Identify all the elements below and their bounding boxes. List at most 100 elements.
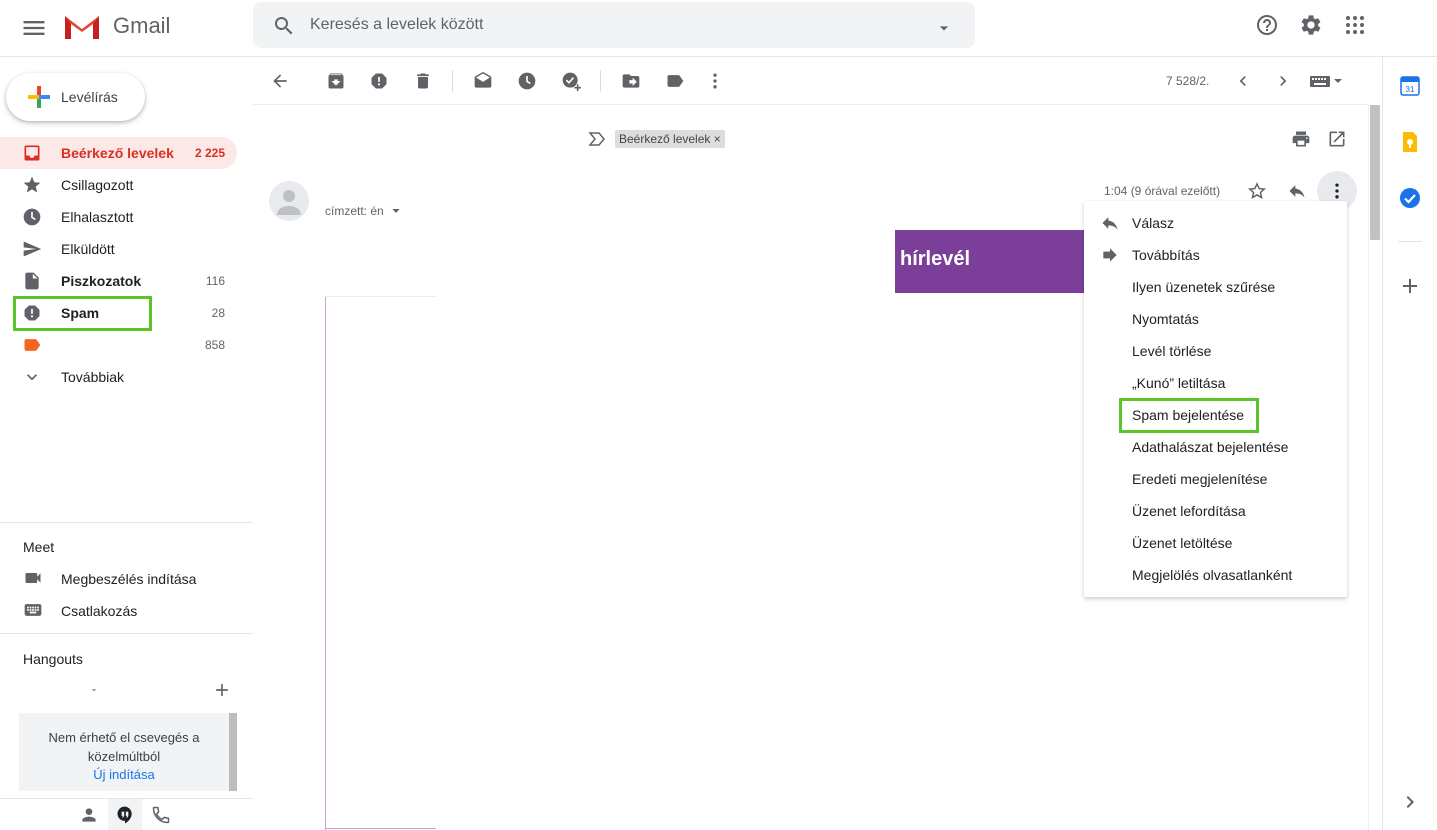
label-icon[interactable]: [665, 71, 685, 91]
recipient-line: címzett: én: [325, 204, 384, 218]
meet-section-title: Meet: [23, 539, 55, 555]
sidebar-item-snoozed[interactable]: Elhalasztott: [0, 201, 237, 233]
inbox-icon: [22, 143, 42, 163]
menu-item-download[interactable]: Üzenet letöltése: [1084, 527, 1347, 559]
hangouts-start-link[interactable]: Új indítása: [19, 767, 229, 782]
calendar-icon[interactable]: 31: [1398, 74, 1422, 98]
menu-item-mark-unread[interactable]: Megjelölés olvasatlanként: [1084, 559, 1347, 591]
search-input[interactable]: [310, 12, 910, 38]
open-in-new-window-icon[interactable]: [1327, 129, 1347, 149]
menu-item-label: Ilyen üzenetek szűrése: [1132, 279, 1276, 295]
sender-avatar[interactable]: [269, 181, 309, 221]
archive-icon[interactable]: [326, 71, 346, 91]
delete-trash-icon[interactable]: [413, 71, 433, 91]
menu-item-label: Megjelölés olvasatlanként: [1132, 567, 1293, 583]
main-menu-icon[interactable]: [20, 14, 48, 42]
forward-arrow-icon: [1100, 245, 1120, 265]
hangouts-status-caret-icon[interactable]: [88, 684, 100, 696]
compose-plus-icon: [26, 84, 52, 110]
sidebar-item-label-orange[interactable]: 858: [0, 329, 237, 361]
meet-start-meeting[interactable]: Megbeszélés indítása: [61, 571, 196, 587]
side-panel: [1382, 57, 1437, 830]
sidebar-item-inbox[interactable]: Beérkező levelek 2 225: [0, 137, 237, 169]
report-spam-icon[interactable]: [369, 71, 389, 91]
spam-highlight-box: [13, 296, 152, 331]
search-options-icon[interactable]: [934, 18, 954, 38]
more-vertical-icon: [1327, 181, 1347, 201]
menu-item-filter[interactable]: Ilyen üzenetek szűrése: [1084, 271, 1347, 303]
more-vertical-icon[interactable]: [705, 71, 725, 91]
back-arrow-icon[interactable]: [270, 71, 290, 91]
keyboard-icon: [23, 600, 43, 620]
menu-item-label: „Kunó” letiltása: [1132, 375, 1226, 391]
hangouts-scrollbar[interactable]: [229, 713, 237, 791]
chevron-down-icon: [22, 367, 42, 387]
apps-grid-icon[interactable]: [1343, 13, 1367, 37]
reply-arrow-icon[interactable]: [1287, 181, 1307, 201]
side-panel-divider: [1398, 241, 1422, 242]
snooze-clock-icon[interactable]: [517, 71, 537, 91]
menu-item-report-phishing[interactable]: Adathalászat bejelentése: [1084, 431, 1347, 463]
search-icon[interactable]: [272, 14, 296, 38]
reply-arrow-icon: [1100, 213, 1120, 233]
email-body-border: [325, 828, 436, 829]
menu-item-forward[interactable]: Továbbítás: [1084, 239, 1347, 271]
menu-item-reply[interactable]: Válasz: [1084, 207, 1347, 239]
star-outline-icon[interactable]: [1247, 181, 1267, 201]
tasks-check-icon[interactable]: [1398, 186, 1422, 210]
mark-unread-envelope-icon[interactable]: [473, 71, 493, 91]
keep-notes-icon[interactable]: [1398, 130, 1422, 154]
menu-item-label: Válasz: [1132, 215, 1175, 231]
add-chat-plus-icon[interactable]: [212, 680, 232, 700]
add-addon-plus-icon[interactable]: [1398, 274, 1422, 298]
sidebar-item-label: Piszkozatok: [61, 273, 142, 289]
menu-item-print[interactable]: Nyomtatás: [1084, 303, 1347, 335]
menu-item-translate[interactable]: Üzenet lefordítása: [1084, 495, 1347, 527]
sidebar-item-sent[interactable]: Elküldött: [0, 233, 237, 265]
show-details-caret-icon[interactable]: [390, 205, 402, 217]
clock-icon: [22, 207, 42, 227]
compose-button[interactable]: Levélírás: [6, 73, 145, 121]
settings-gear-icon[interactable]: [1299, 13, 1323, 37]
meet-join[interactable]: Csatlakozás: [61, 603, 137, 619]
menu-item-label: Üzenet letöltése: [1132, 535, 1233, 551]
importance-marker-icon[interactable]: [588, 131, 606, 147]
menu-item-show-original[interactable]: Eredeti megjelenítése: [1084, 463, 1347, 495]
toolbar-bottom-divider: [253, 104, 1368, 105]
menu-item-block-sender[interactable]: „Kunó” letiltása: [1084, 367, 1347, 399]
hangouts-quote-icon[interactable]: [115, 805, 135, 825]
help-icon[interactable]: [1255, 13, 1279, 37]
sidebar-item-label: Elhalasztott: [61, 209, 134, 225]
draft-count: 116: [205, 274, 225, 288]
label-tag-icon: [22, 335, 42, 355]
print-icon[interactable]: [1291, 129, 1311, 149]
toolbar-divider: [600, 70, 601, 92]
inbox-label-chip[interactable]: Beérkező levelek ×: [615, 130, 725, 148]
star-icon: [22, 175, 42, 195]
sidebar-item-label: Elküldött: [61, 241, 115, 257]
sidebar-item-more[interactable]: Továbbiak: [0, 361, 237, 393]
hangouts-empty-message: Nem érhető el csevegés a közelmúltból: [48, 730, 200, 764]
toolbar-divider: [452, 70, 453, 92]
move-to-folder-icon[interactable]: [621, 71, 641, 91]
app-name: Gmail: [113, 13, 171, 38]
menu-item-delete[interactable]: Levél törlése: [1084, 335, 1347, 367]
sidebar-item-drafts[interactable]: Piszkozatok 116: [0, 265, 237, 297]
message-timestamp: 1:04 (9 órával ezelőtt): [1104, 184, 1221, 198]
sidebar-item-label: Továbbiak: [61, 369, 125, 385]
input-tools-keyboard-icon[interactable]: [1309, 71, 1343, 91]
sidebar-item-starred[interactable]: Csillagozott: [0, 169, 237, 201]
person-icon[interactable]: [79, 805, 99, 825]
phone-icon[interactable]: [151, 805, 171, 825]
add-to-tasks-icon[interactable]: [561, 71, 581, 91]
newer-chevron-left-icon[interactable]: [1233, 71, 1253, 91]
main-scrollbar-thumb[interactable]: [1370, 105, 1380, 240]
expand-panel-chevron-right-icon[interactable]: [1398, 790, 1422, 814]
older-chevron-right-icon[interactable]: [1273, 71, 1293, 91]
compose-label: Levélírás: [61, 89, 118, 105]
divider: [0, 522, 253, 523]
gmail-logo-icon[interactable]: [62, 12, 102, 42]
label-count: 858: [204, 338, 225, 352]
newsletter-banner-title: hírlevél: [900, 248, 971, 270]
menu-item-label: Nyomtatás: [1132, 311, 1199, 327]
